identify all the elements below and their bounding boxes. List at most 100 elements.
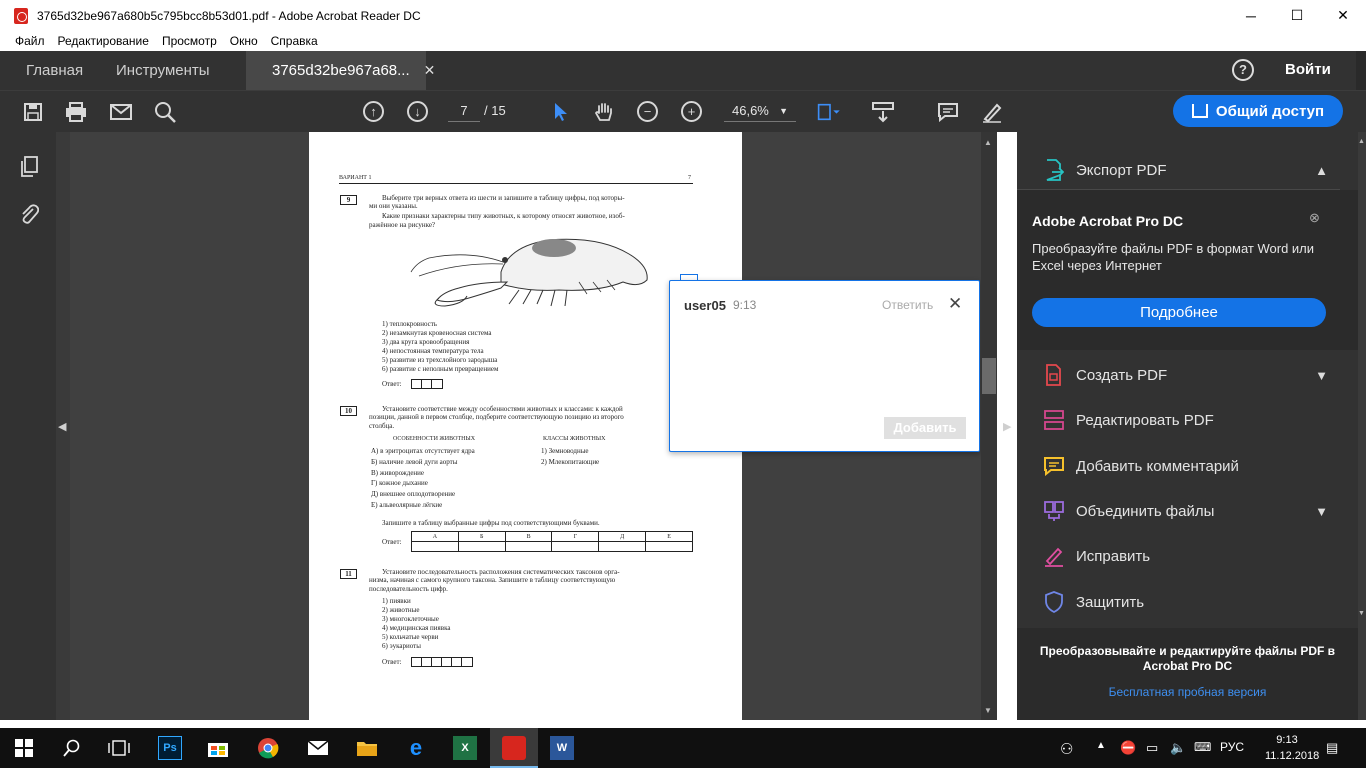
- acrobat-tray-icon[interactable]: ⛔: [1120, 740, 1136, 756]
- save-icon[interactable]: [20, 99, 46, 125]
- scroll-mode-icon[interactable]: [870, 99, 896, 125]
- combine-files-item[interactable]: Объединить файлы ▼: [1017, 489, 1358, 533]
- menu-window[interactable]: Окно: [230, 34, 258, 48]
- help-icon[interactable]: ?: [1232, 59, 1254, 81]
- free-trial-link[interactable]: Бесплатная пробная версия: [1027, 685, 1348, 699]
- clock[interactable]: 9:13 11.12.2018: [1265, 732, 1319, 764]
- speaker-icon[interactable]: 🔈: [1170, 740, 1186, 756]
- keyboard-icon[interactable]: ⌨: [1194, 740, 1211, 754]
- task-view-icon[interactable]: [107, 736, 131, 760]
- zoom-out-icon[interactable]: −: [637, 101, 658, 122]
- search-icon[interactable]: [152, 99, 178, 125]
- menu-edit[interactable]: Редактирование: [58, 34, 149, 48]
- attachment-icon[interactable]: [19, 203, 40, 230]
- share-icon: [1191, 104, 1208, 118]
- combine-files-label: Объединить файлы: [1076, 502, 1215, 520]
- q9-text-3: Какие признаки характерны типу животных,…: [382, 212, 625, 220]
- page-total: / 15: [484, 103, 506, 118]
- protect-label: Защитить: [1076, 593, 1145, 611]
- panel-scroll-down-icon[interactable]: ▼: [1358, 610, 1365, 617]
- tools-panel-scrollbar[interactable]: ▲ ▼: [1358, 132, 1366, 720]
- acrobat-cloud-icon: ⊗: [1309, 210, 1320, 225]
- scrollbar-thumb[interactable]: [982, 358, 996, 394]
- chrome-icon[interactable]: [256, 736, 280, 760]
- menu-file[interactable]: Файл: [15, 34, 45, 48]
- excel-icon[interactable]: X: [453, 736, 477, 760]
- language-indicator[interactable]: РУС: [1220, 740, 1244, 754]
- document-scrollbar[interactable]: ▲ ▼: [981, 132, 997, 720]
- pages-thumbnail-icon[interactable]: [19, 156, 39, 183]
- chevron-down-icon[interactable]: ▼: [1315, 504, 1328, 519]
- taskbar: Ps e X W ⚇ ▲ ⛔ ▭ 🔈 ⌨ РУС 9:13 11.12.2018…: [0, 728, 1366, 768]
- file-explorer-icon[interactable]: [355, 736, 379, 760]
- next-page-icon[interactable]: ↓: [407, 101, 428, 122]
- protect-item[interactable]: Защитить: [1017, 580, 1358, 624]
- tabs-bar: Главная Инструменты 3765d32be967a68... ✕…: [0, 51, 1366, 90]
- edge-icon[interactable]: e: [404, 735, 428, 760]
- comment-icon[interactable]: [935, 99, 961, 125]
- menu-help[interactable]: Справка: [271, 34, 318, 48]
- add-comment-button[interactable]: Добавить: [884, 417, 966, 439]
- q11-option-1: 1) пиявки: [382, 597, 411, 605]
- zoom-in-icon[interactable]: +: [681, 101, 702, 122]
- tab-home[interactable]: Главная: [26, 51, 83, 90]
- zoom-select[interactable]: 46,6% ▼: [724, 100, 796, 122]
- learn-more-button[interactable]: Подробнее: [1032, 298, 1326, 327]
- window-title: 3765d32be967a680b5c795bcc8b53d01.pdf - A…: [37, 8, 421, 23]
- close-comment-icon[interactable]: ✕: [948, 294, 962, 314]
- hand-tool-icon[interactable]: [591, 99, 617, 125]
- close-tab-icon[interactable]: ✕: [424, 62, 436, 79]
- share-button[interactable]: Общий доступ: [1173, 95, 1343, 127]
- scroll-up-icon[interactable]: ▲: [984, 138, 992, 147]
- highlight-pen-icon[interactable]: [979, 99, 1005, 125]
- previous-page-icon[interactable]: ↑: [363, 101, 384, 122]
- maximize-button[interactable]: ☐: [1274, 0, 1320, 31]
- export-pdf-item[interactable]: Экспорт PDF ▲: [1017, 148, 1358, 192]
- reply-link[interactable]: Ответить: [882, 298, 933, 312]
- menu-bar: Файл Редактирование Просмотр Окно Справк…: [0, 31, 1366, 51]
- question-10-number: 10: [340, 406, 357, 416]
- tab-document[interactable]: 3765d32be967a68... ✕: [246, 51, 435, 90]
- people-icon[interactable]: ⚇: [1060, 740, 1073, 758]
- header-rule: [339, 183, 693, 184]
- mail-icon[interactable]: [306, 736, 330, 760]
- q11-option-6: 6) эукариоты: [382, 642, 421, 650]
- page-fit-icon[interactable]: [817, 99, 843, 125]
- scroll-down-icon[interactable]: ▼: [984, 706, 992, 715]
- q9-option-1: 1) теплокровность: [382, 320, 437, 328]
- promo-text: Преобразуйте файлы PDF в формат Word или…: [1032, 241, 1315, 273]
- print-icon[interactable]: [63, 99, 89, 125]
- select-tool-icon[interactable]: [548, 99, 574, 125]
- q9-text-4: ражённое на рисунке?: [369, 221, 436, 229]
- acrobat-taskbar-icon: [502, 736, 526, 760]
- q9-answer-label: Ответ:: [382, 380, 402, 388]
- search-icon[interactable]: [60, 736, 84, 760]
- chevron-up-icon[interactable]: ▲: [1096, 740, 1106, 751]
- notifications-icon[interactable]: ▤: [1326, 740, 1338, 756]
- add-comment-item[interactable]: Добавить комментарий: [1017, 444, 1358, 488]
- store-icon[interactable]: [206, 736, 230, 760]
- menu-view[interactable]: Просмотр: [162, 34, 217, 48]
- chevron-up-icon[interactable]: ▲: [1315, 163, 1328, 178]
- q10-item-g: Г) кожное дыхание: [371, 479, 428, 487]
- right-panel-arrow-icon[interactable]: ▶: [1003, 420, 1011, 433]
- acrobat-taskbar-button[interactable]: [490, 728, 538, 768]
- edit-pdf-item[interactable]: Редактировать PDF: [1017, 398, 1358, 442]
- page-number-input[interactable]: 7: [448, 100, 480, 122]
- left-panel-arrow-icon[interactable]: ◀: [58, 420, 66, 433]
- login-button[interactable]: Войти: [1285, 61, 1331, 78]
- minimize-button[interactable]: ─: [1228, 0, 1274, 31]
- network-icon[interactable]: ▭: [1146, 740, 1158, 756]
- tab-tools[interactable]: Инструменты: [116, 51, 210, 90]
- word-icon[interactable]: W: [550, 736, 574, 760]
- panel-scroll-up-icon[interactable]: ▲: [1358, 138, 1365, 145]
- q9-text-2: ми они указаны.: [369, 202, 418, 210]
- windows-start-icon[interactable]: [12, 736, 36, 760]
- email-icon[interactable]: [108, 99, 134, 125]
- chevron-down-icon[interactable]: ▼: [1315, 368, 1328, 383]
- fill-sign-item[interactable]: Исправить: [1017, 534, 1358, 578]
- q10-col-a: А: [412, 532, 459, 541]
- photoshop-icon[interactable]: Ps: [158, 736, 182, 760]
- create-pdf-item[interactable]: Создать PDF ▼: [1017, 353, 1358, 397]
- close-window-button[interactable]: ✕: [1320, 0, 1366, 31]
